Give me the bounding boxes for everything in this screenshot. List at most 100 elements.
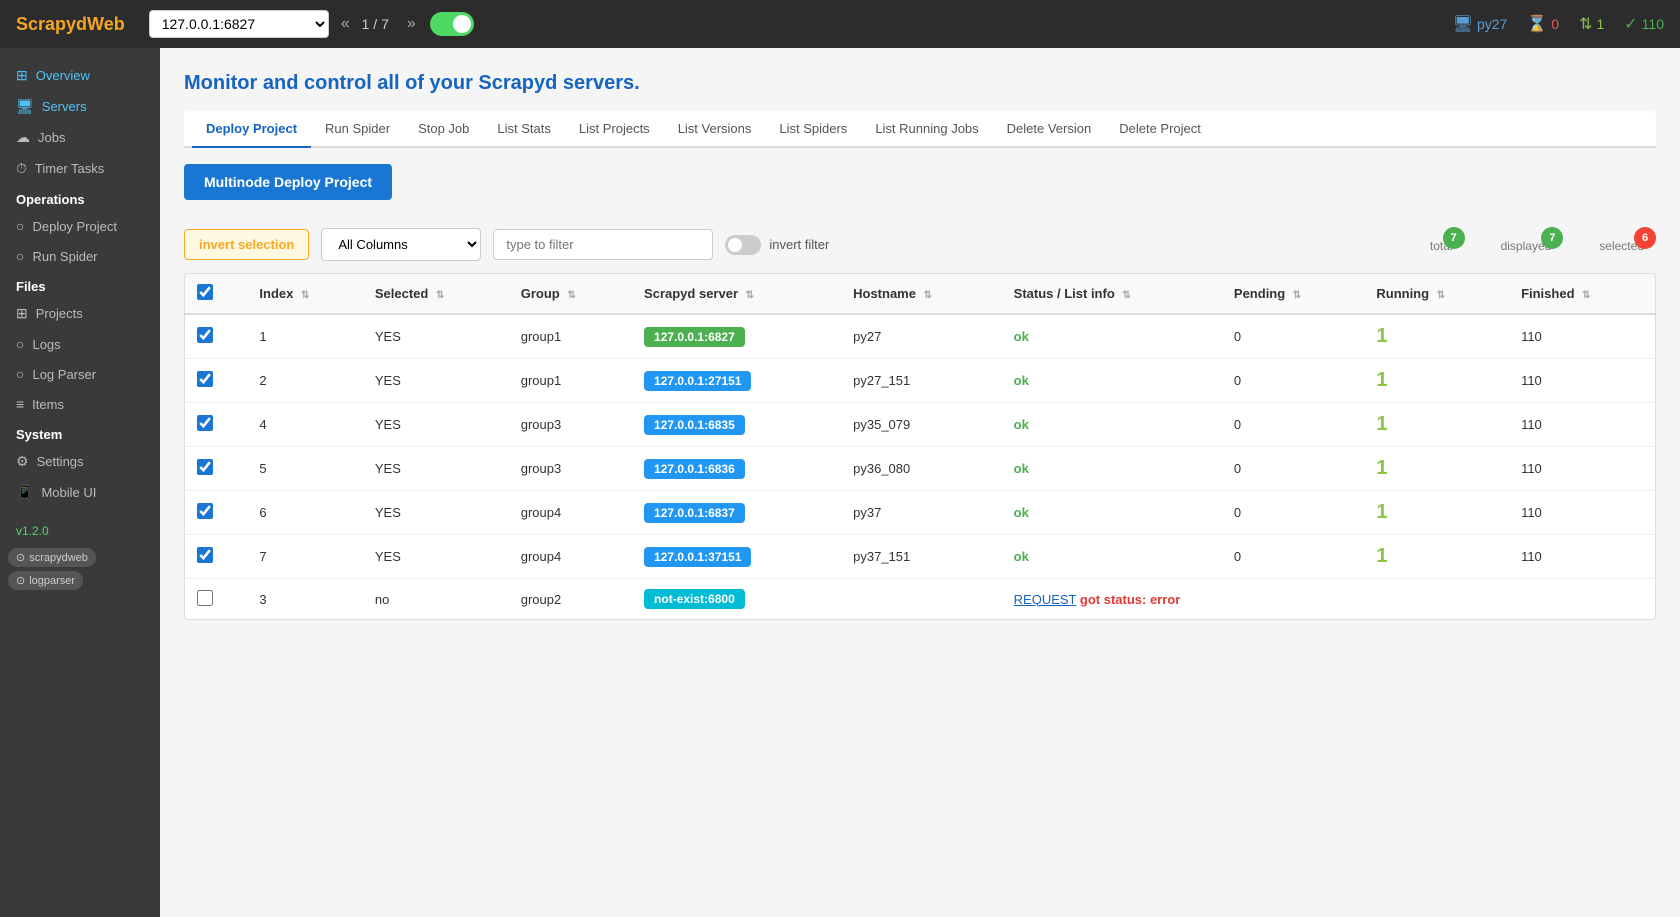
sidebar-item-logs[interactable]: ○ Logs	[0, 329, 160, 359]
row-status-5: ok	[1002, 535, 1222, 579]
scrapydweb-badge[interactable]: ⊙ scrapydweb	[8, 548, 96, 567]
th-running[interactable]: Running ⇅	[1364, 274, 1509, 314]
sidebar-item-mobile-ui[interactable]: 📱 Mobile UI	[0, 477, 160, 508]
sidebar-item-settings[interactable]: ⚙ Settings	[0, 446, 160, 477]
th-selected[interactable]: Selected ⇅	[363, 274, 509, 314]
invert-filter-toggle[interactable]	[725, 235, 761, 255]
row-server-2: 127.0.0.1:6835	[632, 403, 841, 447]
request-link-6[interactable]: REQUEST	[1014, 592, 1077, 607]
row-running-2: 1	[1364, 403, 1509, 447]
tab-delete-project[interactable]: Delete Project	[1105, 111, 1215, 148]
row-cb-5[interactable]	[197, 547, 213, 563]
multinode-deploy-btn[interactable]: Multinode Deploy Project	[184, 164, 392, 200]
row-cb-2[interactable]	[197, 415, 213, 431]
tab-list-projects[interactable]: List Projects	[565, 111, 664, 148]
finished-stat[interactable]: ✓ 110	[1624, 14, 1664, 34]
sort-finished: ⇅	[1582, 290, 1590, 301]
sidebar-item-jobs[interactable]: ☁ Jobs	[0, 122, 160, 153]
logparser-badge[interactable]: ⊙ logparser	[8, 571, 83, 590]
server-select[interactable]: 127.0.0.1:6827	[149, 10, 329, 38]
next-server-btn[interactable]: »	[407, 15, 416, 33]
row-status-6: REQUEST got status: error	[1002, 579, 1655, 620]
row-index-5: 7	[247, 535, 362, 579]
invert-filter-wrapper: invert filter	[725, 235, 829, 255]
row-cb-6[interactable]	[197, 590, 213, 606]
layout: ⊞ Overview 🖥 Servers ☁ Jobs ⏱ Timer Task…	[0, 48, 1680, 917]
row-hostname-4: py37	[841, 491, 1002, 535]
row-group-3: group3	[509, 447, 632, 491]
prev-server-btn[interactable]: «	[341, 15, 350, 33]
sidebar-item-servers[interactable]: 🖥 Servers	[0, 91, 160, 122]
timer-icon: ⏱	[16, 160, 27, 177]
sidebar-item-run-spider[interactable]: ○ Run Spider	[0, 241, 160, 271]
tab-list-spiders[interactable]: List Spiders	[765, 111, 861, 148]
monitor-stat[interactable]: 🖥 py27	[1453, 14, 1508, 34]
sidebar-item-projects[interactable]: ⊞ Projects	[0, 298, 160, 329]
sidebar-item-items[interactable]: ≡ Items	[0, 389, 160, 419]
row-checkbox-6	[185, 579, 247, 620]
row-checkbox-1	[185, 359, 247, 403]
row-status-2: ok	[1002, 403, 1222, 447]
th-status[interactable]: Status / List info ⇅	[1002, 274, 1222, 314]
th-group[interactable]: Group ⇅	[509, 274, 632, 314]
sidebar-item-timer-tasks[interactable]: ⏱ Timer Tasks	[0, 153, 160, 184]
select-all-checkbox[interactable]	[197, 284, 213, 300]
table-header-row: Index ⇅ Selected ⇅ Group ⇅ Scrapyd serve…	[185, 274, 1655, 314]
mobile-icon: 📱	[16, 484, 33, 501]
invert-selection-btn[interactable]: invert selection	[184, 229, 309, 260]
table-row: 4 YES group3 127.0.0.1:6835 py35_079 ok …	[185, 403, 1655, 447]
th-hostname[interactable]: Hostname ⇅	[841, 274, 1002, 314]
row-hostname-5: py37_151	[841, 535, 1002, 579]
tab-stop-job[interactable]: Stop Job	[404, 111, 483, 148]
items-icon: ≡	[16, 396, 24, 412]
row-hostname-3: py36_080	[841, 447, 1002, 491]
row-status-4: ok	[1002, 491, 1222, 535]
table-row: 2 YES group1 127.0.0.1:27151 py27_151 ok…	[185, 359, 1655, 403]
page-indicator: 1 / 7	[362, 16, 389, 32]
row-checkbox-4	[185, 491, 247, 535]
row-cb-1[interactable]	[197, 371, 213, 387]
files-title: Files	[0, 271, 160, 298]
sort-server: ⇅	[746, 290, 754, 301]
th-index[interactable]: Index ⇅	[247, 274, 362, 314]
th-server[interactable]: Scrapyd server ⇅	[632, 274, 841, 314]
row-checkbox-3	[185, 447, 247, 491]
row-cb-3[interactable]	[197, 459, 213, 475]
table-row: 7 YES group4 127.0.0.1:37151 py37_151 ok…	[185, 535, 1655, 579]
logparser-icon: ○	[16, 366, 24, 382]
sidebar-item-deploy-project[interactable]: ○ Deploy Project	[0, 211, 160, 241]
row-server-4: 127.0.0.1:6837	[632, 491, 841, 535]
server-toggle[interactable]	[430, 12, 474, 36]
row-running-0: 1	[1364, 314, 1509, 359]
sort-running: ⇅	[1437, 290, 1445, 301]
row-selected-0: YES	[363, 314, 509, 359]
row-finished-5: 110	[1509, 535, 1655, 579]
tab-list-running-jobs[interactable]: List Running Jobs	[861, 111, 992, 148]
row-group-5: group4	[509, 535, 632, 579]
tab-list-versions[interactable]: List Versions	[664, 111, 766, 148]
filter-input[interactable]	[493, 229, 713, 260]
tab-list-stats[interactable]: List Stats	[483, 111, 564, 148]
total-bubble: 7	[1443, 227, 1465, 249]
th-pending[interactable]: Pending ⇅	[1222, 274, 1364, 314]
row-pending-5: 0	[1222, 535, 1364, 579]
th-finished[interactable]: Finished ⇅	[1509, 274, 1655, 314]
tab-run-spider[interactable]: Run Spider	[311, 111, 404, 148]
row-cb-0[interactable]	[197, 327, 213, 343]
displayed-stat: 7 displayed	[1489, 237, 1564, 253]
column-filter-select[interactable]: All Columns	[321, 228, 481, 261]
selected-bubble: 6	[1634, 227, 1656, 249]
settings-icon: ⚙	[16, 453, 29, 470]
tab-delete-version[interactable]: Delete Version	[993, 111, 1106, 148]
system-title: System	[0, 419, 160, 446]
sidebar-item-log-parser[interactable]: ○ Log Parser	[0, 359, 160, 389]
tab-deploy-project[interactable]: Deploy Project	[192, 111, 311, 148]
sidebar-item-overview[interactable]: ⊞ Overview	[0, 60, 160, 91]
servers-icon: 🖥	[16, 98, 34, 115]
row-cb-4[interactable]	[197, 503, 213, 519]
table-row: 1 YES group1 127.0.0.1:6827 py27 ok 0 1 …	[185, 314, 1655, 359]
pending-stat[interactable]: ⌛ 0	[1527, 14, 1559, 34]
running-stat[interactable]: ⇅ 1	[1579, 14, 1604, 34]
sidebar: ⊞ Overview 🖥 Servers ☁ Jobs ⏱ Timer Task…	[0, 48, 160, 917]
monitor-icon: 🖥	[1453, 14, 1473, 34]
